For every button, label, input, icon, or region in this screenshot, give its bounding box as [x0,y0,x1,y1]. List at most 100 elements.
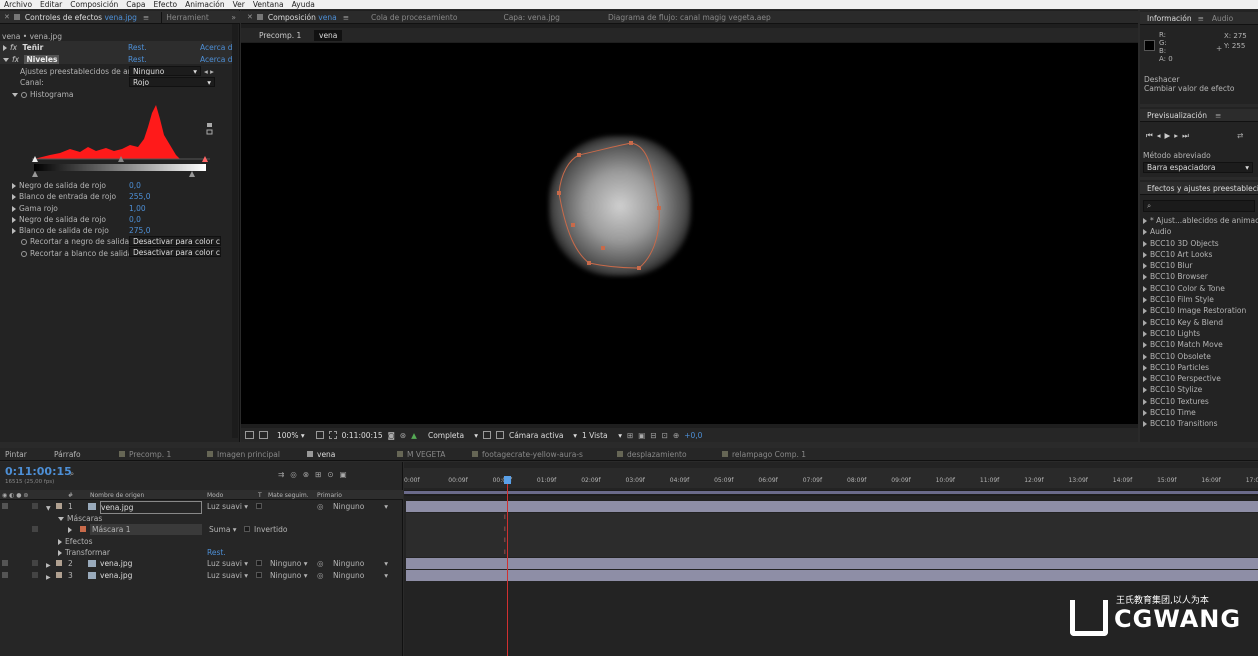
close-icon[interactable]: ✕ [247,13,253,21]
visibility-toggle[interactable] [2,572,8,578]
menu-item[interactable]: Composición [66,0,122,9]
presets-list-item[interactable]: BCC10 Blur [1143,260,1258,271]
tab-paint[interactable]: Pintar [5,449,27,460]
prop-row[interactable]: Blanco de salida de rojo 275,0 [12,225,236,236]
next-frame-icon[interactable]: ▸ [1174,131,1182,140]
channel-dropdown[interactable]: Rojo ▾ [129,77,215,87]
search-icon[interactable]: ⌕ [70,468,74,479]
menu-item[interactable]: Editar [36,0,66,9]
panel-menu-icon[interactable] [256,14,263,20]
loop-icon[interactable]: ⇄ [1237,130,1243,141]
mode-dropdown[interactable]: Luz suavi ▾ [207,570,249,581]
presets-list-item[interactable]: * Ajust...ablecidos de animación [1143,215,1258,226]
shortcut-dropdown[interactable]: Barra espaciadora ▾ [1143,162,1253,173]
effects-scrollbar[interactable] [232,24,238,438]
timeline-switches-icons[interactable]: ⇉◎⊗⊞⊙▣ [278,469,353,480]
monitor-icon[interactable] [259,431,268,439]
camera-icon[interactable]: ◙ [388,431,395,440]
panel-menu-icon[interactable] [13,14,20,20]
presets-list-item[interactable]: BCC10 Film Style [1143,294,1258,305]
color-icon[interactable]: ⊛ [400,431,406,440]
mode-dropdown[interactable]: Luz suavi ▾ [207,501,249,512]
keyframe-markers[interactable]: ⅠⅠⅠⅠ [504,512,506,558]
pixel-icon[interactable]: ⊡ [662,431,668,440]
tab-menu-icon[interactable]: ≡ [1198,14,1204,23]
close-icon[interactable]: ✕ [4,13,10,21]
label-color[interactable] [56,572,62,578]
snapshot-icon[interactable] [495,431,504,439]
mode-dropdown[interactable]: Luz suavi ▾ [207,558,249,569]
presets-list-item[interactable]: BCC10 Color & Tone [1143,283,1258,294]
tab-preview[interactable]: Previsualización [1147,110,1207,121]
transparency-icon[interactable] [482,431,491,439]
layer-name[interactable]: vena.jpg [100,558,132,569]
tab-effects-presets[interactable]: Efectos y ajustes preestableci [1147,183,1258,194]
last-frame-icon[interactable]: ⏭ [1182,131,1193,140]
solo-toggle[interactable] [32,572,38,578]
tab-info[interactable]: Información [1147,13,1192,24]
presets-dropdown[interactable]: Ninguno ▾ [129,66,201,76]
presets-list-item[interactable]: BCC10 Browser [1143,271,1258,282]
layer-bar-1[interactable] [406,501,1258,512]
reset-link[interactable]: Rest. [128,42,147,53]
visibility-toggle[interactable] [2,560,8,566]
tab-render-queue[interactable]: Cola de procesamiento [371,12,457,23]
effects-tab[interactable]: Controles de efectos vena.jpg [25,12,137,23]
menu-item[interactable]: Animación [181,0,228,9]
presets-list-item[interactable]: Audio [1143,226,1258,237]
output-black-handle[interactable] [32,171,38,177]
exposure-value[interactable]: +0,0 [684,430,702,441]
presets-list-item[interactable]: BCC10 Image Restoration [1143,305,1258,316]
layer-name[interactable]: vena.jpg [100,570,132,581]
crumb-precomp[interactable]: Precomp. 1 [259,30,301,41]
clip-white-row[interactable]: Recortar a blanco de salida Desactivar pa… [12,247,236,259]
preserve-transparency[interactable] [256,560,262,566]
quality-dropdown[interactable]: Completa ▾ [428,430,478,441]
region-icon[interactable] [245,431,254,439]
presets-list-item[interactable]: BCC10 Textures [1143,396,1258,407]
solo-toggle[interactable] [32,503,38,509]
rgb-icon[interactable]: ▲ [411,431,417,440]
presets-list-item[interactable]: BCC10 Obsolete [1143,351,1258,362]
mask-path[interactable] [541,138,701,278]
playback-controls[interactable]: ⏮◂▶▸⏭ [1146,130,1193,141]
masks-group[interactable]: Máscaras [58,513,102,524]
play-icon[interactable]: ▶ [1165,131,1175,140]
tab-composition[interactable]: Composición vena [268,12,337,23]
about-link[interactable]: Acerca d [200,42,233,53]
expand-icon[interactable]: ▶ [46,572,51,583]
playhead[interactable] [507,477,508,656]
chevron-right-icon[interactable]: » [231,13,236,22]
presets-list-item[interactable]: BCC10 Time [1143,407,1258,418]
camera-dropdown[interactable]: Cámara activa ▾ [509,430,577,441]
pickwhip-icon[interactable]: ◎ [317,558,324,569]
presets-list-item[interactable]: BCC10 Transitions [1143,418,1258,429]
pickwhip-icon[interactable]: ◎ [317,570,324,581]
effects-row[interactable]: Efectos [0,536,403,547]
presets-search-input[interactable]: ⌕ [1143,200,1255,212]
solo-toggle[interactable] [32,560,38,566]
label-color[interactable] [56,503,62,509]
menu-item[interactable]: Ventana [249,0,288,9]
tab-menu-icon[interactable]: ≡ [1215,111,1221,120]
preserve-transparency[interactable] [256,572,262,578]
layer-bar-2[interactable] [406,558,1258,569]
timeline-tab[interactable]: Precomp. 1 [129,449,171,460]
pickwhip-icon[interactable]: ◎ [317,501,324,512]
tab-layer[interactable]: Capa: vena.jpg [503,12,560,23]
matte-dropdown[interactable]: Ninguno ▾ [270,558,312,569]
menu-item[interactable]: Ayuda [288,0,319,9]
mask-mode-dropdown[interactable]: Suma ▾ [209,524,237,535]
timeline-tab[interactable]: relampago Comp. 1 [732,449,806,460]
render-icon[interactable]: ▣ [638,431,645,440]
layer-row[interactable]: ▶ 3 vena.jpg Luz suavi ▾ Ninguno ▾ ◎ Ninguno ▾ [0,570,403,581]
matte-dropdown[interactable]: Ninguno ▾ [270,570,312,581]
menu-item[interactable]: Capa [122,0,149,9]
label-color[interactable] [56,560,62,566]
about-link[interactable]: Acerca d [200,54,233,65]
transform-row[interactable]: Transformar Rest. [0,547,403,558]
presets-list-item[interactable]: BCC10 3D Objects [1143,238,1258,249]
grid-icon[interactable] [328,431,337,439]
prop-row[interactable]: Negro de salida de rojo 0,0 [12,180,236,191]
presets-list-item[interactable]: BCC10 Stylize [1143,384,1258,395]
